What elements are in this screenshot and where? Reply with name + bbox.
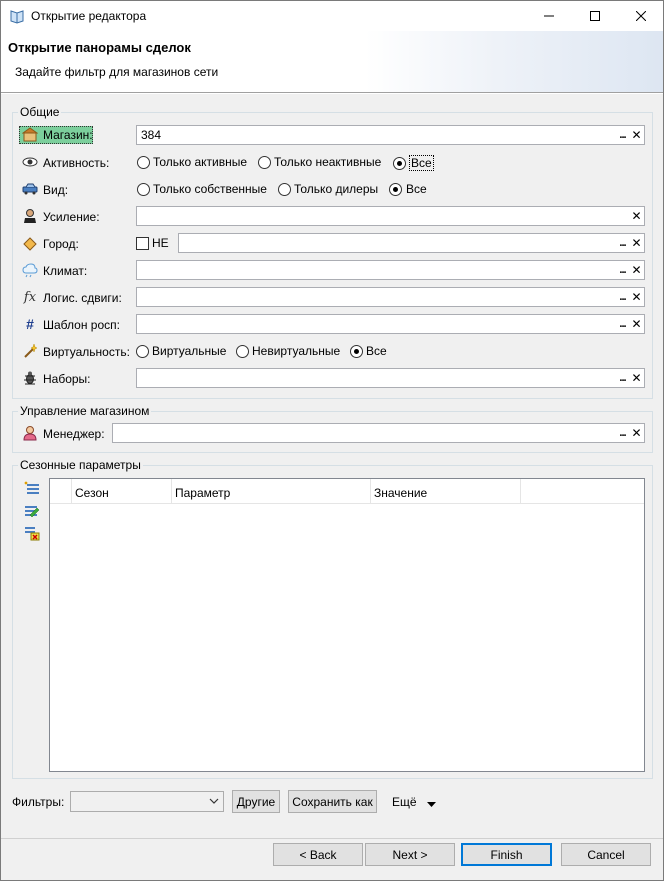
window-title: Открытие редактора xyxy=(31,9,147,23)
virtuality-radio-all[interactable]: Все xyxy=(350,344,387,358)
template-clear-button[interactable]: ✕ xyxy=(630,316,643,332)
save-as-button[interactable]: Сохранить как xyxy=(288,790,377,813)
climate-browse-button[interactable]: ... xyxy=(616,262,629,278)
general-group-label: Общие xyxy=(18,105,62,119)
magic-wand-icon xyxy=(22,343,38,359)
activity-label: Активность: xyxy=(43,156,110,170)
city-clear-button[interactable]: ✕ xyxy=(630,235,643,251)
more-dropdown-icon[interactable] xyxy=(427,797,436,811)
person-icon xyxy=(22,208,38,224)
function-icon: fx xyxy=(23,289,37,305)
table-header: Сезон Параметр Значение xyxy=(50,479,644,504)
more-label[interactable]: Ещё xyxy=(392,795,417,809)
virtuality-label: Виртуальность: xyxy=(43,345,130,359)
city-label: Город: xyxy=(43,237,79,251)
add-row-icon[interactable] xyxy=(24,481,40,497)
activity-radio-all[interactable]: Все xyxy=(393,155,434,171)
manager-input[interactable]: ... ✕ xyxy=(112,423,645,443)
shop-clear-button[interactable]: ✕ xyxy=(630,127,643,143)
boost-clear-button[interactable]: ✕ xyxy=(630,208,643,224)
management-group-label: Управление магазином xyxy=(18,404,152,418)
bug-icon xyxy=(22,370,38,386)
shop-input[interactable]: 384 ... ✕ xyxy=(136,125,645,145)
virtuality-option-virtual: Виртуальные xyxy=(152,344,227,358)
seasonal-group-label: Сезонные параметры xyxy=(18,458,143,472)
shop-value: 384 xyxy=(141,128,162,142)
book-icon xyxy=(9,8,25,24)
cancel-button[interactable]: Cancel xyxy=(561,843,651,866)
manager-browse-button[interactable]: ... xyxy=(616,425,629,441)
kind-option-own: Только собственные xyxy=(153,182,267,196)
kind-radio-all[interactable]: Все xyxy=(389,182,427,196)
city-not-checkbox[interactable]: НЕ xyxy=(136,236,169,250)
logistic-clear-button[interactable]: ✕ xyxy=(630,289,643,305)
sets-browse-button[interactable]: ... xyxy=(616,370,629,386)
maximize-button[interactable] xyxy=(572,0,618,31)
delete-row-icon[interactable] xyxy=(24,525,40,541)
template-input[interactable]: ... ✕ xyxy=(136,314,645,334)
activity-radio-inactive[interactable]: Только неактивные xyxy=(258,155,381,169)
back-button[interactable]: < Back xyxy=(273,843,363,866)
boost-input[interactable]: ✕ xyxy=(136,206,645,226)
sets-clear-button[interactable]: ✕ xyxy=(630,370,643,386)
city-input[interactable]: ... ✕ xyxy=(178,233,645,253)
close-button[interactable] xyxy=(618,0,664,31)
page-subtitle: Задайте фильтр для магазинов сети xyxy=(15,65,219,79)
column-value[interactable]: Значение xyxy=(371,479,521,504)
kind-radio-dealers[interactable]: Только дилеры xyxy=(278,182,378,196)
finish-button[interactable]: Finish xyxy=(461,843,552,866)
city-not-label: НЕ xyxy=(152,236,169,250)
filters-label: Фильтры: xyxy=(12,795,65,809)
template-browse-button[interactable]: ... xyxy=(616,316,629,332)
table-header-corner xyxy=(50,479,72,504)
kind-option-all: Все xyxy=(406,182,427,196)
logistic-browse-button[interactable]: ... xyxy=(616,289,629,305)
climate-label: Климат: xyxy=(43,264,88,278)
kind-option-dealers: Только дилеры xyxy=(294,182,379,196)
cloud-icon xyxy=(22,262,38,278)
virtuality-option-nonvirtual: Невиртуальные xyxy=(252,344,341,358)
boost-label: Усиление: xyxy=(43,210,100,224)
activity-option-active: Только активные xyxy=(153,155,248,169)
next-button[interactable]: Next > xyxy=(365,843,455,866)
page-title: Открытие панорамы сделок xyxy=(8,40,191,55)
kind-label: Вид: xyxy=(43,183,69,197)
template-label: Шаблон росп: xyxy=(43,318,120,332)
manager-clear-button[interactable]: ✕ xyxy=(630,425,643,441)
kind-radio-own[interactable]: Только собственные xyxy=(137,182,267,196)
activity-option-all: Все xyxy=(409,155,434,171)
climate-clear-button[interactable]: ✕ xyxy=(630,262,643,278)
title-bar: Открытие редактора xyxy=(0,0,664,31)
other-filters-button[interactable]: Другие xyxy=(232,790,280,813)
city-icon xyxy=(22,235,38,251)
seasonal-table[interactable]: Сезон Параметр Значение xyxy=(49,478,645,772)
eye-icon xyxy=(22,154,38,170)
manager-label: Менеджер: xyxy=(43,427,105,441)
activity-option-inactive: Только неактивные xyxy=(274,155,382,169)
virtuality-radio-nonvirtual[interactable]: Невиртуальные xyxy=(236,344,340,358)
car-icon xyxy=(22,181,38,197)
sets-input[interactable]: ... ✕ xyxy=(136,368,645,388)
edit-row-icon[interactable] xyxy=(24,503,40,519)
activity-radio-active[interactable]: Только активные xyxy=(137,155,247,169)
virtuality-option-all: Все xyxy=(366,344,387,358)
filters-combo[interactable] xyxy=(70,791,224,812)
shop-label: Магазин: xyxy=(43,128,93,142)
sets-label: Наборы: xyxy=(43,372,91,386)
chevron-down-icon xyxy=(209,795,219,810)
column-parameter[interactable]: Параметр xyxy=(172,479,371,504)
hash-icon: # xyxy=(26,316,34,332)
logistic-label: Логис. сдвиги: xyxy=(43,291,122,305)
shop-icon xyxy=(22,127,38,143)
logistic-input[interactable]: ... ✕ xyxy=(136,287,645,307)
city-browse-button[interactable]: ... xyxy=(616,235,629,251)
virtuality-radio-virtual[interactable]: Виртуальные xyxy=(136,344,226,358)
minimize-button[interactable] xyxy=(526,0,572,31)
column-season[interactable]: Сезон xyxy=(72,479,172,504)
climate-input[interactable]: ... ✕ xyxy=(136,260,645,280)
user-icon xyxy=(22,425,38,441)
shop-browse-button[interactable]: ... xyxy=(616,127,629,143)
